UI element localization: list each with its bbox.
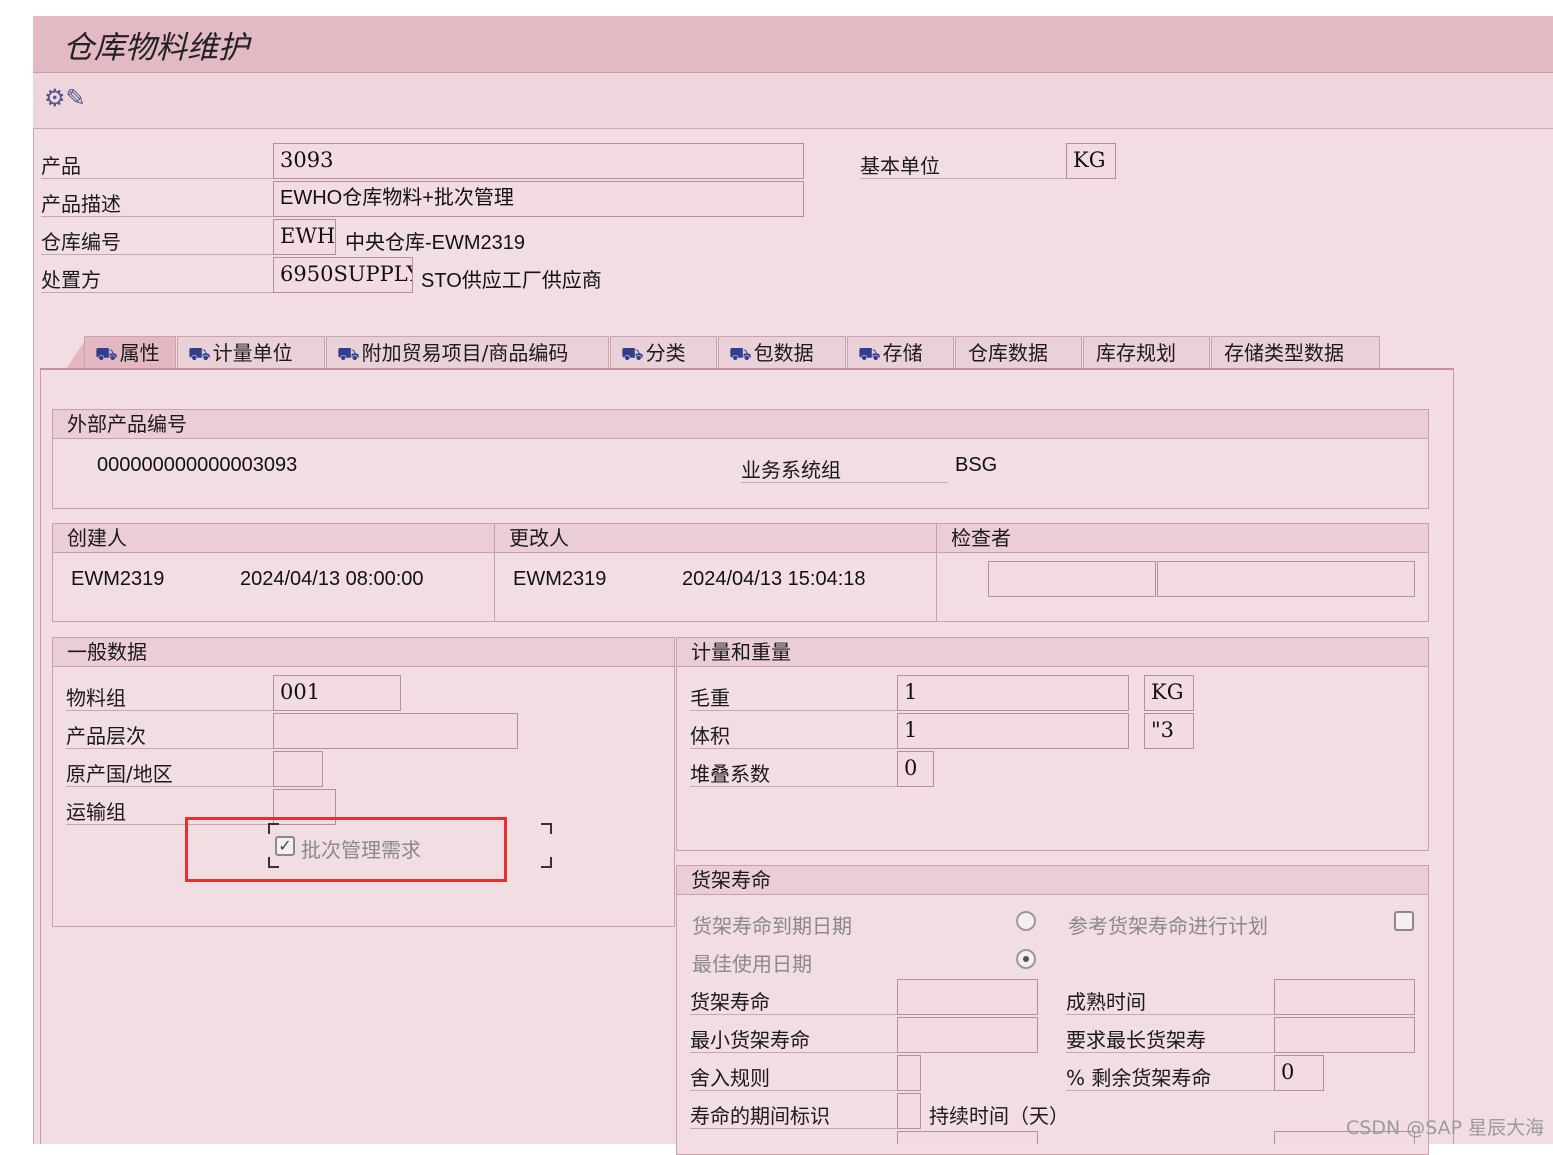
shelf-life-expiry-label: 货架寿命到期日期 <box>692 914 852 938</box>
country-of-origin-label: 原产国/地区 <box>66 758 273 787</box>
min-shelf-life-label: 最小货架寿命 <box>690 1024 897 1053</box>
external-product-number: 000000000000003093 <box>97 454 298 476</box>
general-data-group-title: 一般数据 <box>53 638 674 667</box>
checked-at-field[interactable] <box>1157 561 1415 597</box>
watermark-text: CSDN @SAP 星辰大海 <box>1346 1117 1545 1139</box>
party-field[interactable]: 6950SUPPLY <box>273 257 413 293</box>
gross-weight-unit-field[interactable]: KG <box>1144 675 1194 711</box>
title-bar <box>33 16 1553 73</box>
changed-by: EWM2319 <box>513 568 607 590</box>
product-field[interactable]: 3093 <box>273 143 804 179</box>
volume-label: 体积 <box>690 720 897 749</box>
stacking-factor-label: 堆叠系数 <box>690 758 897 787</box>
rounding-rule-label: 舍入规则 <box>690 1062 897 1091</box>
product-label: 产品 <box>41 150 273 179</box>
warehouse-label: 仓库编号 <box>41 226 273 255</box>
period-indicator-label: 寿命的期间标识 <box>690 1100 897 1129</box>
display-icon: ⛟ <box>188 344 211 365</box>
display-icon: ⛟ <box>621 344 644 365</box>
business-system-group-value: BSG <box>955 454 998 476</box>
measurement-group-title: 计量和重量 <box>677 638 1428 667</box>
rounding-rule-field[interactable] <box>897 1055 921 1091</box>
shelf-life-group-title: 货架寿命 <box>677 866 1428 895</box>
batch-management-checkbox[interactable]: ✓ <box>275 836 295 856</box>
tab-additional-gtin[interactable]: ⛟ 附加贸易项目/商品编码 <box>326 336 609 369</box>
warehouse-description: 中央仓库-EWM2319 <box>345 232 526 254</box>
gross-weight-field[interactable]: 1 <box>897 675 1129 711</box>
party-label: 处置方 <box>41 264 273 293</box>
created-by: EWM2319 <box>71 568 165 590</box>
shelf-life-planning-checkbox[interactable] <box>1394 911 1414 931</box>
material-group-label: 物料组 <box>66 682 273 711</box>
tab-storage[interactable]: ⛟ 存储 <box>847 336 954 369</box>
tab-storage-type-data[interactable]: 存储类型数据 <box>1211 336 1380 369</box>
product-hierarchy-label: 产品层次 <box>66 720 273 749</box>
volume-unit-field[interactable]: "3 <box>1144 713 1194 749</box>
country-of-origin-field[interactable] <box>273 751 323 787</box>
base-unit-field[interactable]: KG <box>1066 143 1116 179</box>
remaining-shelf-life-field[interactable]: 0 <box>1274 1055 1324 1091</box>
created-group-title: 创建人 <box>53 524 494 553</box>
display-icon: ⛟ <box>95 344 118 365</box>
focus-corner-bl <box>268 857 279 868</box>
created-at: 2024/04/13 08:00:00 <box>240 568 424 590</box>
material-group-field[interactable]: 001 <box>273 675 401 711</box>
required-max-shelf-life-field[interactable] <box>1274 1017 1415 1053</box>
changed-group-title: 更改人 <box>495 524 936 553</box>
remaining-shelf-life-label: % 剩余货架寿命 <box>1066 1062 1274 1091</box>
warehouse-field[interactable]: EWHO <box>273 219 336 255</box>
maturation-time-label: 成熟时间 <box>1066 986 1274 1015</box>
tab-attributes[interactable]: ⛟ 属性 <box>84 336 176 369</box>
volume-field[interactable]: 1 <box>897 713 1129 749</box>
application-toolbar <box>33 73 1553 129</box>
stacking-factor-field[interactable]: 0 <box>897 751 934 787</box>
batch-management-label: 批次管理需求 <box>301 838 421 862</box>
product-desc-field[interactable]: EWHO仓库物料+批次管理 <box>273 181 804 217</box>
display-icon: ⛟ <box>337 344 360 365</box>
product-hierarchy-field[interactable] <box>273 713 518 749</box>
best-before-label: 最佳使用日期 <box>692 952 812 976</box>
shelf-life-field[interactable] <box>897 979 1038 1015</box>
duration-days-label: 持续时间（天） <box>929 1104 1069 1128</box>
gross-weight-label: 毛重 <box>690 682 897 711</box>
shelf-life-label: 货架寿命 <box>690 986 897 1015</box>
display-change-icon[interactable]: ⚙✎ <box>44 84 86 112</box>
shelf-life-expiry-radio[interactable] <box>1016 911 1036 931</box>
period-indicator-field[interactable] <box>897 1093 921 1129</box>
focus-corner-tr <box>541 823 552 834</box>
tab-stock-planning[interactable]: 库存规划 <box>1083 336 1210 369</box>
tab-units-of-measure[interactable]: ⛟ 计量单位 <box>177 336 325 369</box>
page-title: 仓库物料维护 <box>63 30 249 66</box>
required-max-shelf-life-label: 要求最长货架寿 <box>1066 1024 1274 1053</box>
tab-packaging-data[interactable]: ⛟ 包数据 <box>718 336 846 369</box>
display-icon: ⛟ <box>729 344 752 365</box>
checked-group-title: 检查者 <box>937 524 1428 553</box>
focus-corner-br <box>541 857 552 868</box>
shelf-life-planning-label: 参考货架寿命进行计划 <box>1068 914 1268 938</box>
external-product-group-title: 外部产品编号 <box>53 410 1428 439</box>
next-row-field-left[interactable] <box>897 1131 1038 1144</box>
changed-at: 2024/04/13 15:04:18 <box>682 568 866 590</box>
business-system-group-label: 业务系统组 <box>741 454 948 483</box>
tab-warehouse-data[interactable]: 仓库数据 <box>955 336 1082 369</box>
product-desc-label: 产品描述 <box>41 188 273 217</box>
best-before-radio[interactable] <box>1016 949 1036 969</box>
party-description: STO供应工厂供应商 <box>421 270 602 292</box>
checked-by-field[interactable] <box>988 561 1156 597</box>
display-icon: ⛟ <box>858 344 881 365</box>
tab-classification[interactable]: ⛟ 分类 <box>610 336 717 369</box>
focus-corner-tl <box>268 823 279 834</box>
maturation-time-field[interactable] <box>1274 979 1415 1015</box>
base-unit-label: 基本单位 <box>860 150 1066 179</box>
min-shelf-life-field[interactable] <box>897 1017 1038 1053</box>
